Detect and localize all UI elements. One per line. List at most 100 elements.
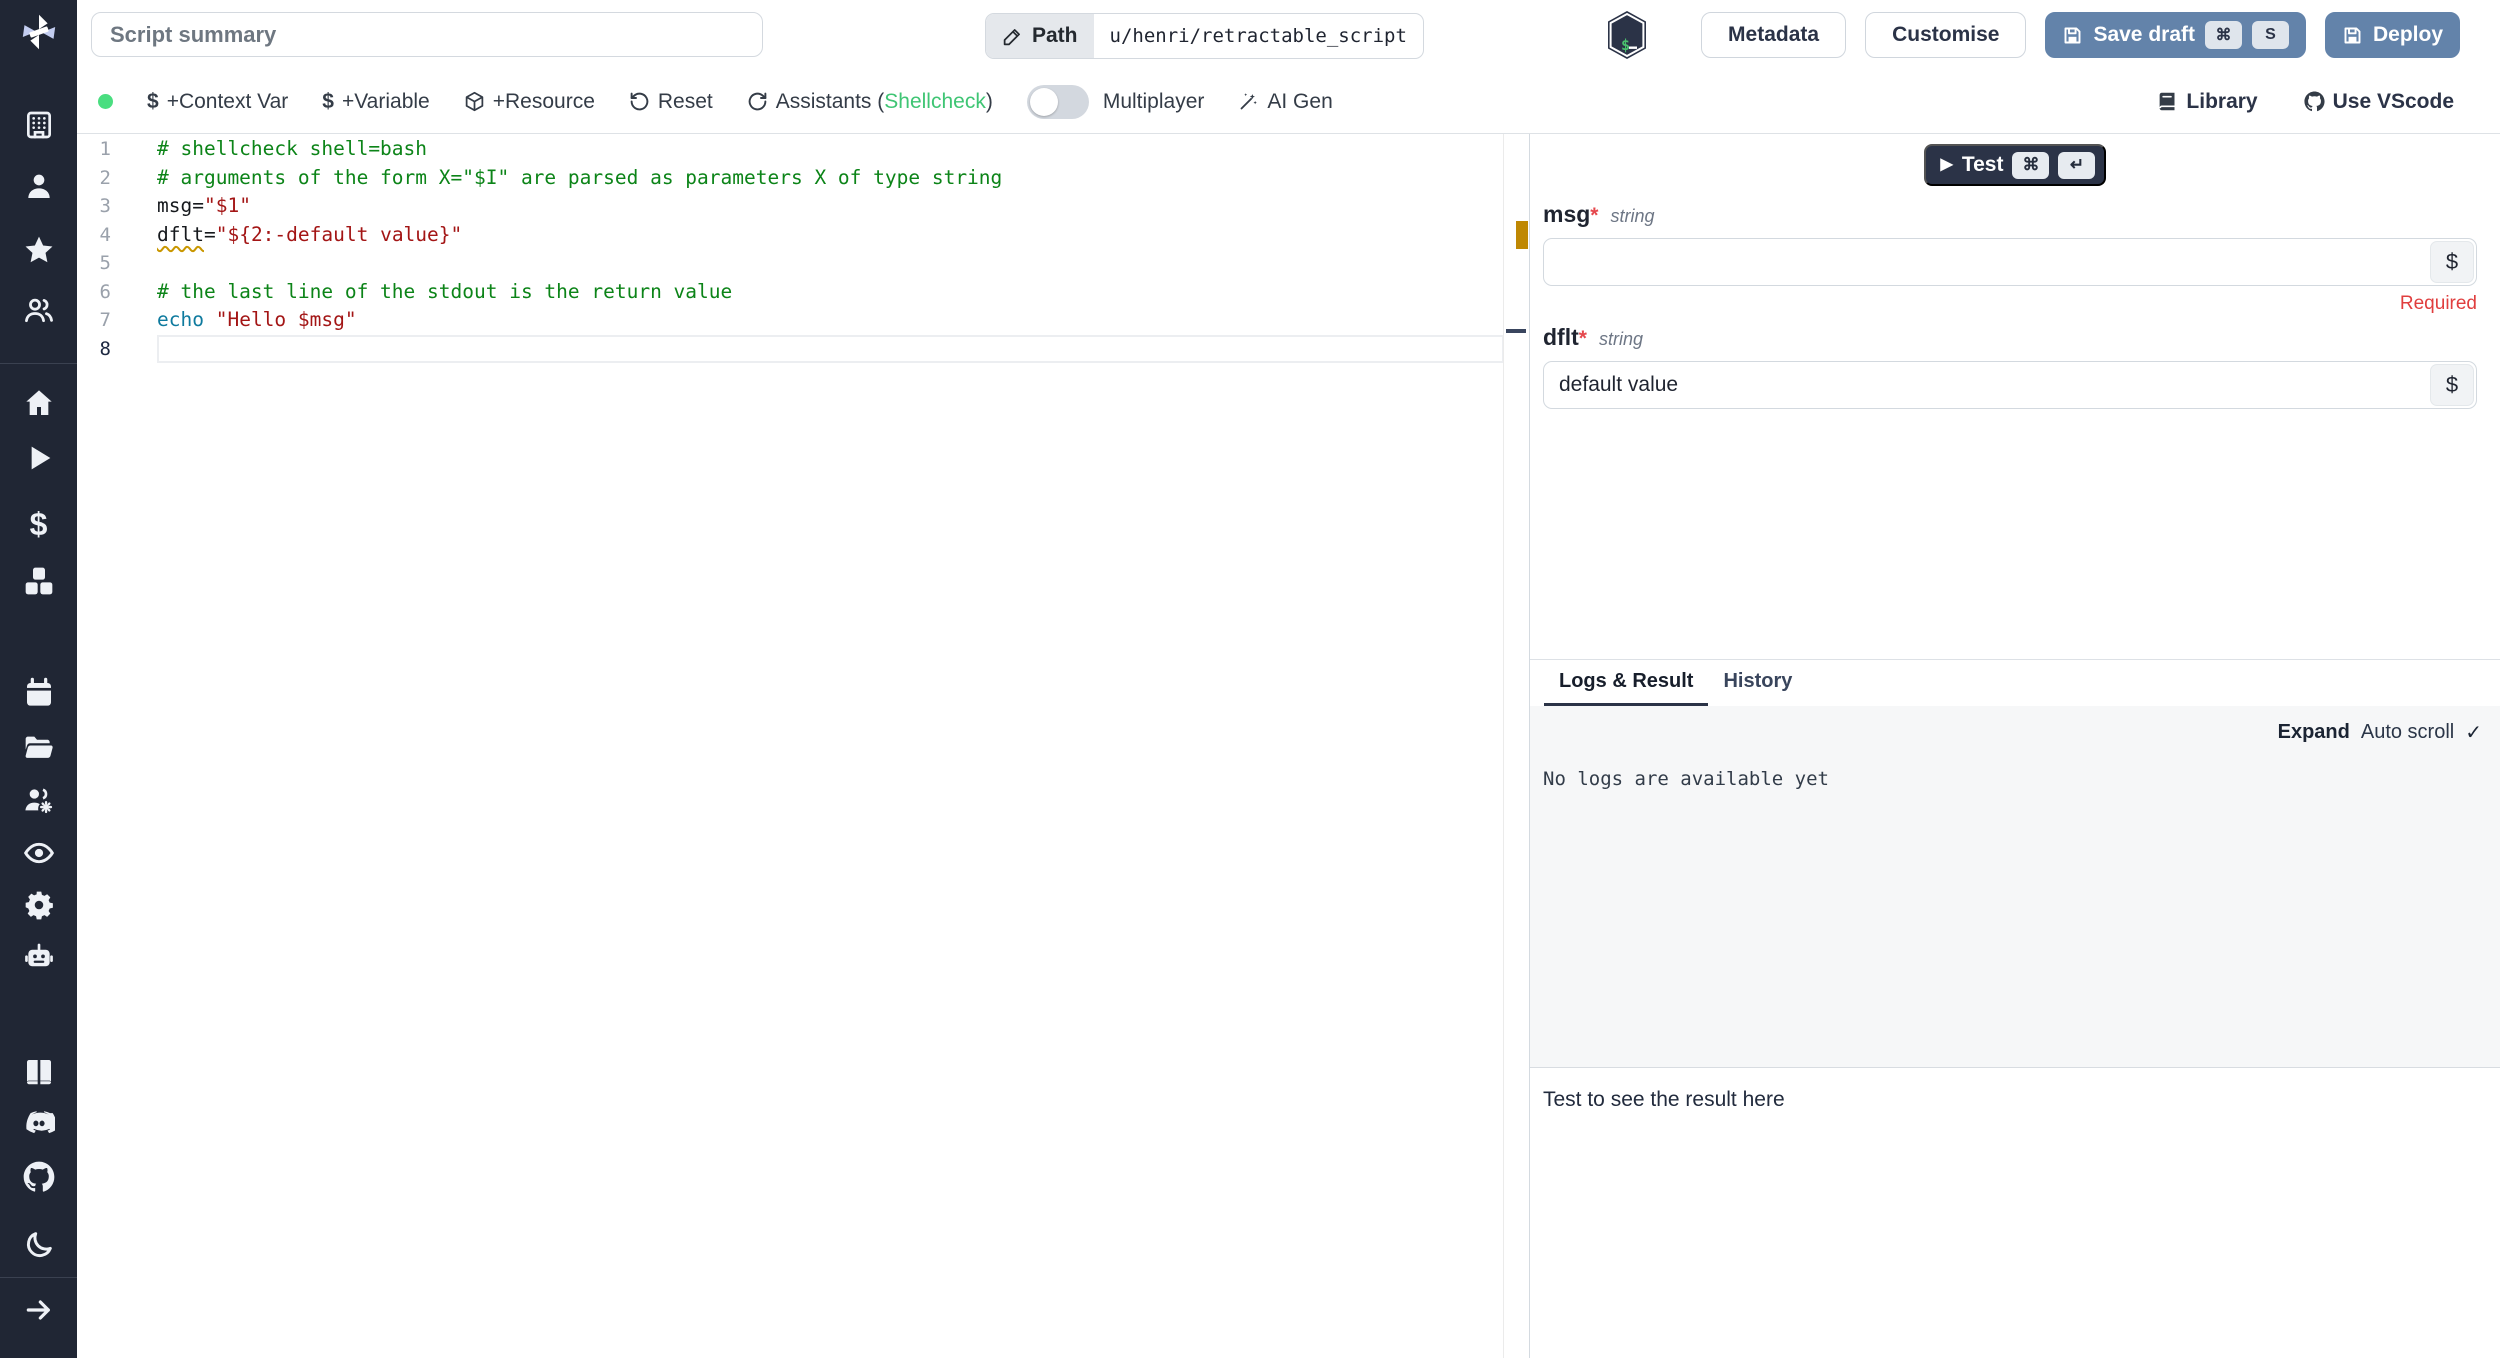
- ai-gen-button[interactable]: AI Gen: [1238, 90, 1333, 114]
- code-line[interactable]: 3 msg="$1": [77, 192, 1529, 221]
- edit-path-button[interactable]: Path: [986, 14, 1094, 58]
- star-icon[interactable]: [22, 233, 56, 267]
- home-icon[interactable]: [22, 386, 56, 420]
- add-variable-button[interactable]: $ +Variable: [322, 90, 429, 114]
- eye-icon[interactable]: [22, 836, 56, 870]
- script-summary-input[interactable]: [91, 12, 763, 57]
- line-number: 8: [99, 337, 111, 360]
- tab-logs-result[interactable]: Logs & Result: [1544, 660, 1709, 706]
- kbd-enter: ↵: [2058, 151, 2096, 179]
- windmill-logo-icon[interactable]: [16, 9, 62, 55]
- line-number: 2: [99, 166, 111, 189]
- field-label-msg: msg * string: [1543, 201, 2477, 228]
- wand-icon: [1240, 93, 1258, 110]
- code-line[interactable]: 8: [77, 335, 1529, 364]
- code-line[interactable]: 5: [77, 249, 1529, 278]
- insert-variable-button[interactable]: $: [2430, 241, 2474, 283]
- code-text: # arguments of the form X="$I" are parse…: [157, 165, 1003, 189]
- code-lines: 1 # shellcheck shell=bash 2 # arguments of …: [77, 135, 1529, 363]
- field-name: dflt: [1543, 324, 1579, 350]
- code-line[interactable]: 2 # arguments of the form X="$I" are pars…: [77, 164, 1529, 193]
- field-type: string: [1598, 329, 1643, 349]
- line-number: 3: [99, 195, 111, 217]
- resource-label: +Resource: [492, 89, 595, 113]
- package-icon: [465, 91, 483, 112]
- code-text: echo "Hello $msg": [157, 308, 357, 331]
- path-chip-label: Path: [1032, 24, 1078, 47]
- check-icon[interactable]: ✓: [2465, 720, 2482, 745]
- users-gear-icon[interactable]: [22, 783, 56, 817]
- user-icon[interactable]: [22, 169, 56, 203]
- line-number: 5: [99, 252, 111, 274]
- code-line[interactable]: 4 dflt="${2:-default value}": [77, 221, 1529, 250]
- arrow-right-icon[interactable]: [22, 1293, 56, 1327]
- reset-label: Reset: [657, 89, 713, 113]
- sidebar: $: [0, 0, 77, 1358]
- msg-input[interactable]: [1544, 239, 2476, 285]
- logs-controls: Expand Auto scroll ✓: [2278, 720, 2482, 745]
- warning-marker: [1516, 221, 1528, 249]
- add-context-var-button[interactable]: $ +Context Var: [147, 90, 288, 114]
- assistants-button[interactable]: Assistants (Shellcheck): [747, 90, 993, 114]
- deploy-button[interactable]: Deploy: [2324, 12, 2460, 58]
- calendar-icon[interactable]: [22, 676, 56, 710]
- result-area: Test to see the result here: [1530, 1067, 2500, 1358]
- result-placeholder: Test to see the result here: [1543, 1088, 1785, 1111]
- boxes-icon[interactable]: [22, 564, 56, 598]
- required-star: *: [1578, 327, 1587, 350]
- code-text: # the last line of the stdout is the ret…: [157, 279, 733, 303]
- path-group: Path u/henri/retractable_script: [985, 13, 1424, 59]
- save-icon: [2064, 27, 2081, 43]
- robot-icon[interactable]: [22, 941, 56, 975]
- panel-spacer: [1530, 409, 2500, 659]
- topbar: Path u/henri/retractable_script $ Metada…: [77, 0, 2500, 70]
- dollar-icon[interactable]: $: [22, 507, 56, 541]
- reset-button[interactable]: Reset: [629, 90, 713, 114]
- moon-icon[interactable]: [22, 1228, 56, 1262]
- rotate-ccw-icon: [630, 92, 649, 111]
- tab-history[interactable]: History: [1708, 660, 1807, 706]
- insert-variable-button[interactable]: $: [2430, 364, 2474, 406]
- github-icon[interactable]: [22, 1160, 56, 1194]
- folder-open-icon[interactable]: [22, 730, 56, 764]
- field-type: string: [1610, 206, 1655, 226]
- multiplayer-toggle-group: Multiplayer: [1026, 84, 1204, 119]
- topbar-actions: Metadata Customise Save draft ⌘ S Deploy: [1701, 12, 2460, 58]
- assistants-label: Assistants (Shellcheck): [775, 89, 993, 113]
- test-row: ▶ Test ⌘ ↵: [1923, 144, 2107, 186]
- line-number: 7: [99, 309, 111, 331]
- path-value[interactable]: u/henri/retractable_script: [1094, 14, 1423, 58]
- discord-icon[interactable]: [22, 1106, 56, 1140]
- field-label-dflt: dflt * string: [1543, 324, 2477, 351]
- code-line[interactable]: 6 # the last line of the stdout is the re…: [77, 278, 1529, 307]
- line-number: 1: [99, 138, 111, 160]
- autoscroll-label[interactable]: Auto scroll: [2361, 721, 2454, 744]
- vscode-label: Use VScode: [2332, 89, 2454, 113]
- library-button[interactable]: Library: [2157, 89, 2258, 114]
- save-draft-button[interactable]: Save draft ⌘ S: [2045, 12, 2306, 58]
- metadata-button[interactable]: Metadata: [1701, 12, 1847, 58]
- play-icon[interactable]: [22, 441, 56, 475]
- multiplayer-toggle[interactable]: [1026, 84, 1089, 119]
- dflt-input[interactable]: [1544, 362, 2476, 408]
- code-editor[interactable]: 1 # shellcheck shell=bash 2 # arguments of …: [77, 134, 1529, 1358]
- customise-button[interactable]: Customise: [1865, 12, 2027, 58]
- overview-ruler[interactable]: [1503, 134, 1529, 1358]
- required-star: *: [1590, 204, 1599, 227]
- building-icon[interactable]: [22, 108, 56, 142]
- field-name: msg: [1543, 201, 1591, 227]
- library-label: Library: [2186, 89, 2258, 113]
- pencil-icon: [1003, 28, 1020, 45]
- code-line[interactable]: 7 echo "Hello $msg": [77, 306, 1529, 335]
- use-vscode-button[interactable]: Use VScode: [2304, 90, 2454, 114]
- code-line[interactable]: 1 # shellcheck shell=bash: [77, 135, 1529, 164]
- test-button[interactable]: ▶ Test ⌘ ↵: [1923, 144, 2107, 186]
- expand-button[interactable]: Expand: [2278, 721, 2350, 744]
- users-icon[interactable]: [22, 293, 56, 327]
- book-icon[interactable]: [22, 1055, 56, 1089]
- content-split: 1 # shellcheck shell=bash 2 # arguments of …: [77, 133, 2500, 1358]
- gear-icon[interactable]: [22, 888, 56, 922]
- add-resource-button[interactable]: +Resource: [464, 90, 595, 114]
- line-number: 6: [99, 280, 111, 303]
